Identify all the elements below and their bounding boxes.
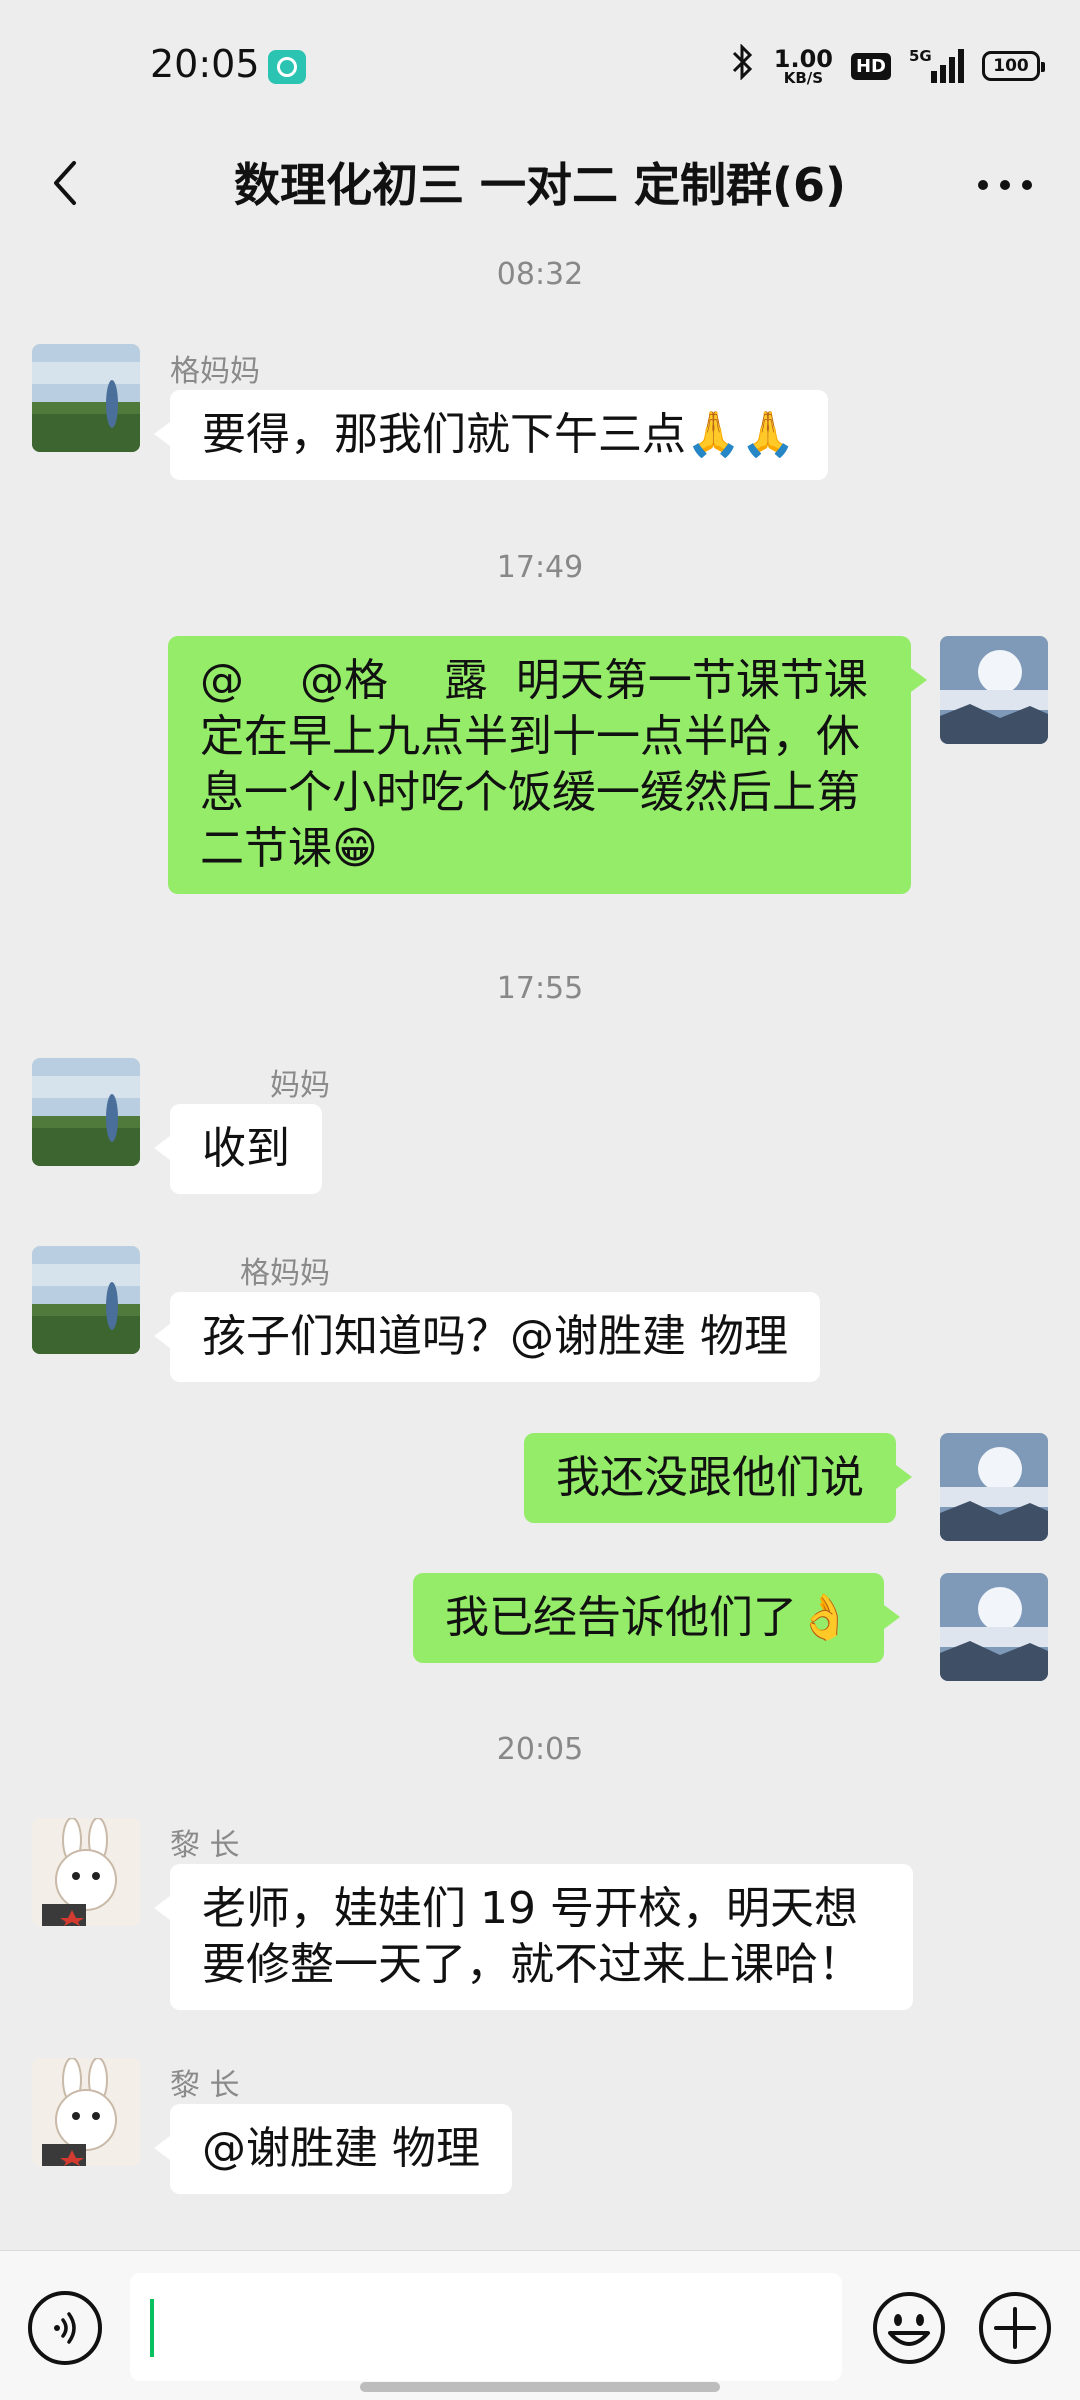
sender-name: 黎 长 (170, 1828, 240, 1863)
battery-icon: 100 (982, 51, 1045, 81)
status-bar: 20:05 1.00 KB/S HD 5G 100 (0, 0, 1080, 135)
avatar[interactable] (32, 344, 140, 452)
message-input[interactable] (130, 2273, 842, 2381)
notification-app-icon (268, 50, 306, 84)
my-avatar[interactable] (940, 1573, 1048, 1681)
bluetooth-icon (730, 42, 756, 89)
message-bubble[interactable]: 我已经告诉他们了👌 (413, 1573, 900, 1663)
message-bubble[interactable]: @谢胜建 物理 (154, 2104, 512, 2194)
message-bubble[interactable]: 要得，那我们就下午三点🙏🙏 (154, 390, 828, 480)
sender-name: 妈妈 (270, 1068, 330, 1103)
text-cursor (150, 2299, 154, 2357)
status-time: 20:05 (150, 42, 260, 86)
sender-name: 黎 长 (170, 2068, 240, 2103)
avatar[interactable] (32, 1818, 140, 1926)
avatar[interactable] (32, 1246, 140, 1354)
chat-header: 数理化初三 一对二 定制群(6) (0, 135, 1080, 240)
avatar[interactable] (32, 1058, 140, 1166)
message-timestamp: 20:05 (496, 1732, 584, 1767)
more-icon[interactable] (970, 155, 1040, 215)
message-bubble[interactable]: 孩子们知道吗？@谢胜建 物理 (154, 1292, 820, 1382)
message-bubble[interactable]: @ @格 露 明天第一节课节课定在早上九点半到十一点半哈，休息一个小时吃个饭缓一… (168, 636, 927, 894)
network-type-label: 5G (909, 47, 932, 65)
chat-title: 数理化初三 一对二 定制群(6) (233, 158, 847, 212)
message-timestamp: 17:49 (496, 550, 584, 585)
back-arrow-icon[interactable] (38, 153, 98, 213)
message-timestamp: 17:55 (496, 971, 584, 1006)
message-bubble[interactable]: 我还没跟他们说 (524, 1433, 912, 1523)
message-timestamp: 08:32 (496, 257, 584, 292)
message-bubble[interactable]: 收到 (154, 1104, 322, 1194)
avatar[interactable] (32, 2058, 140, 2166)
input-bar (0, 2250, 1080, 2400)
hd-badge: HD (850, 52, 891, 80)
network-speed-value: 1.00 (773, 44, 833, 73)
home-indicator[interactable] (360, 2382, 720, 2392)
sender-name: 格妈妈 (170, 354, 260, 389)
signal-icon: 5G (909, 47, 964, 83)
my-avatar[interactable] (940, 636, 1048, 744)
voice-icon[interactable] (28, 2291, 102, 2365)
sender-name: 格妈妈 (240, 1256, 330, 1291)
message-bubble[interactable]: 老师，娃娃们 19 号开校，明天想要修整一天了，就不过来上课哈！ (154, 1864, 913, 2010)
network-speed-unit: KB/S (783, 68, 824, 87)
emoji-icon[interactable] (870, 2289, 948, 2367)
network-speed: 1.00 KB/S (774, 47, 833, 86)
my-avatar[interactable] (940, 1433, 1048, 1541)
status-indicators: 1.00 KB/S HD 5G 100 (730, 42, 1045, 89)
message-list[interactable]: 08:32 格妈妈 要得，那我们就下午三点🙏🙏 17:49 @ @格 露 明天第… (0, 240, 1080, 2250)
plus-icon[interactable] (976, 2289, 1054, 2367)
